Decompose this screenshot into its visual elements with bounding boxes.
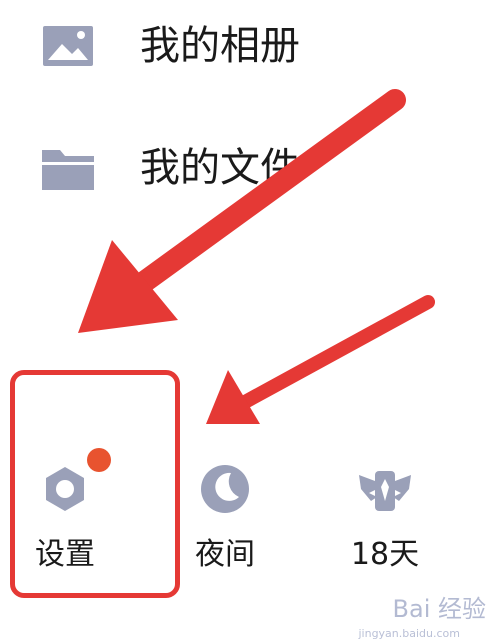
baidu-jingyan-watermark: Bai 经验 <box>392 595 486 623</box>
night-mode-button[interactable]: 夜间 <box>170 455 280 575</box>
night-mode-label: 夜间 <box>195 537 255 572</box>
folder-icon <box>42 150 94 190</box>
menu-item-my-album[interactable]: 我的相册 <box>40 18 340 78</box>
watermark-url: jingyan.baidu.com <box>358 627 460 640</box>
winged-badge-icon <box>359 471 411 511</box>
menu-item-label: 我的相册 <box>140 23 300 69</box>
menu-item-my-files[interactable]: 我的文件 <box>40 140 340 200</box>
moon-icon <box>201 465 249 513</box>
days-label: 18天 <box>350 537 420 572</box>
days-badge-button[interactable]: 18天 <box>330 455 440 575</box>
arrow-large-icon <box>78 89 406 333</box>
menu-item-label: 我的文件 <box>140 145 300 191</box>
arrow-small-icon <box>206 295 435 424</box>
highlight-annotation-box <box>10 370 180 598</box>
image-icon <box>43 26 93 66</box>
